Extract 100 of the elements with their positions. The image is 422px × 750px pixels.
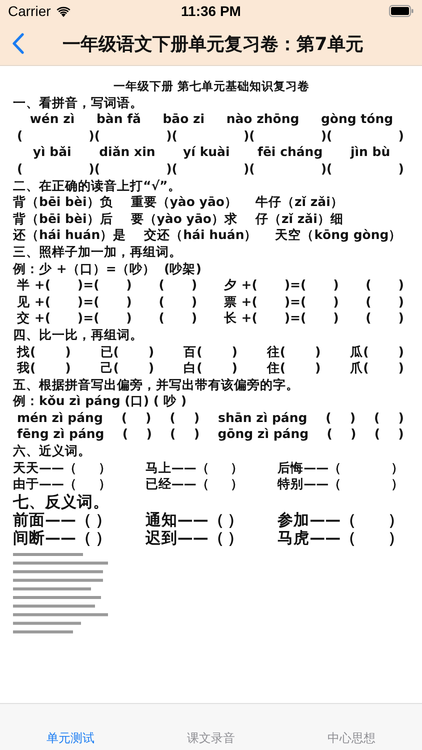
section-heading: 三、照样子加一加，再组词。: [13, 244, 182, 261]
exercise-text: ): [126, 277, 132, 294]
exercise-text: ): [333, 277, 339, 294]
exercise-text: bàn fǎ: [96, 111, 141, 128]
section-heading: 七、反义词。: [13, 492, 109, 511]
exercise-text: ）: [388, 510, 404, 529]
exercise-text: 例：少 +（口）=（吵） (吵架): [13, 260, 202, 278]
exercise-text: 牛仔（zǐ zǎi）: [255, 194, 344, 211]
section-heading: 五、根据拼音写出偏旁，并写出带有该偏旁的字。: [13, 376, 299, 394]
carrier-label: Carrier: [8, 3, 51, 19]
exercise-text: 重要（yào yāo）: [130, 194, 238, 211]
document-title: 一年级下册 第七单元基础知识复习卷: [113, 78, 310, 95]
exercise-text: fēi cháng: [258, 144, 323, 161]
section-heading: 四、比一比，再组词。: [13, 326, 143, 344]
exercise-text: 后悔——（: [278, 460, 342, 476]
exercise-text: 间断——（: [13, 528, 92, 547]
exercise-text: 夕 +(: [224, 277, 258, 294]
exercise-text: ): [398, 160, 404, 178]
exercise-text: 参加——（: [278, 510, 357, 529]
exercise-text: ): [314, 344, 321, 360]
exercise-text: (: [17, 128, 23, 144]
exercise-text: 仔（zǐ zǎi）细: [255, 210, 344, 228]
exercise-text: (: [366, 310, 372, 327]
exercise-text: 迟到——（: [145, 528, 224, 547]
exercise-text: (: [374, 410, 380, 426]
exercise-text: )=(: [77, 277, 100, 294]
exercise-text: 马虎——（: [278, 528, 357, 547]
exercise-text: (: [121, 410, 128, 426]
tab[interactable]: 中心思想: [281, 730, 422, 750]
exercise-text: ）: [95, 528, 112, 547]
exercise-text: ): [194, 410, 200, 426]
exercise-text: 半 +(: [17, 277, 51, 294]
exercise-text: 找(: [17, 344, 36, 360]
exercise-text: ）: [228, 528, 244, 547]
exercise-text: shān zì páng: [218, 410, 308, 426]
exercise-text: wén zì: [30, 111, 75, 128]
chevron-left-icon: [12, 33, 24, 54]
exercise-text: )=(: [284, 294, 306, 310]
exercise-text: (: [366, 277, 372, 294]
exercise-text: 前面——（: [13, 510, 92, 529]
nav-title: 一年级语文下册单元复习卷：第7单元: [62, 32, 364, 56]
exercise-text: (: [17, 160, 23, 178]
exercise-text: ): [350, 426, 356, 444]
exercise-text: ): [232, 344, 238, 360]
exercise-text: ）: [390, 476, 404, 493]
tab[interactable]: 单元测试: [0, 730, 141, 750]
exercise-text: )=(: [284, 277, 306, 294]
exercise-text: 马上——（: [145, 460, 210, 476]
exercise-text: yì bǎi: [32, 144, 72, 161]
exercise-text: )=(: [77, 294, 100, 310]
exercise-text: 已经——（: [145, 476, 210, 493]
exercise-text: 背（bēi bèi）负: [13, 194, 113, 211]
exercise-text: fēng zì páng: [17, 426, 104, 444]
exercise-text: ）: [228, 510, 244, 529]
tab[interactable]: 课文录音: [140, 730, 282, 750]
exercise-text: 长 +(: [224, 310, 258, 327]
exercise-text: ): [398, 128, 404, 144]
exercise-text: 见 +(: [17, 294, 51, 310]
exercise-text: ): [191, 294, 198, 310]
exercise-text: )(: [166, 128, 178, 144]
exercise-text: ): [126, 294, 132, 310]
exercise-text: ): [398, 410, 404, 426]
exercise-text: )(: [320, 128, 332, 144]
exercise-text: 百(: [184, 344, 202, 360]
section-heading: 六、近义词。: [13, 443, 91, 460]
exercise-text: ）: [390, 460, 404, 476]
battery-icon: [389, 5, 414, 17]
exercise-text: 爪(: [350, 360, 369, 377]
exercise-text: ): [314, 360, 321, 377]
exercise-text: ）: [98, 476, 112, 493]
exercise-text: ): [398, 294, 404, 310]
exercise-text: (: [158, 294, 164, 310]
exercise-text: ）: [230, 460, 244, 476]
exercise-text: 瓜(: [350, 344, 369, 360]
exercise-text: mén zì páng: [17, 410, 103, 426]
exercise-text: (: [170, 410, 176, 426]
exercise-text: 交还（hái huán）: [144, 227, 258, 244]
exercise-text: 由于——（: [13, 476, 77, 493]
wifi-icon: [56, 6, 71, 16]
exercise-text: )=(: [77, 310, 100, 327]
exercise-text: (: [158, 277, 164, 294]
exercise-text: (: [326, 426, 332, 444]
exercise-text: ): [350, 410, 356, 426]
exercise-text: 天空（kōng gòng）: [275, 227, 402, 244]
exercise-text: (: [366, 294, 372, 310]
section-heading: 一、看拼音，写词语。: [13, 94, 143, 112]
exercise-text: ): [333, 310, 339, 327]
exercise-text: 例：kǒu zì páng (口) ( 吵 ): [13, 393, 187, 410]
exercise-text: ): [398, 310, 404, 327]
exercise-text: )(: [88, 160, 100, 178]
exercise-text: )(: [88, 128, 100, 144]
exercise-text: ): [191, 277, 198, 294]
exercise-text: ): [148, 360, 154, 377]
exercise-text: ): [146, 410, 152, 426]
exercise-text: (: [374, 426, 380, 444]
exercise-text: (: [158, 310, 164, 327]
exercise-text: 要（yào yāo）求: [130, 210, 238, 228]
exercise-text: (: [170, 426, 176, 444]
status-time: 11:36 PM: [181, 3, 241, 19]
exercise-text: )(: [243, 160, 255, 178]
